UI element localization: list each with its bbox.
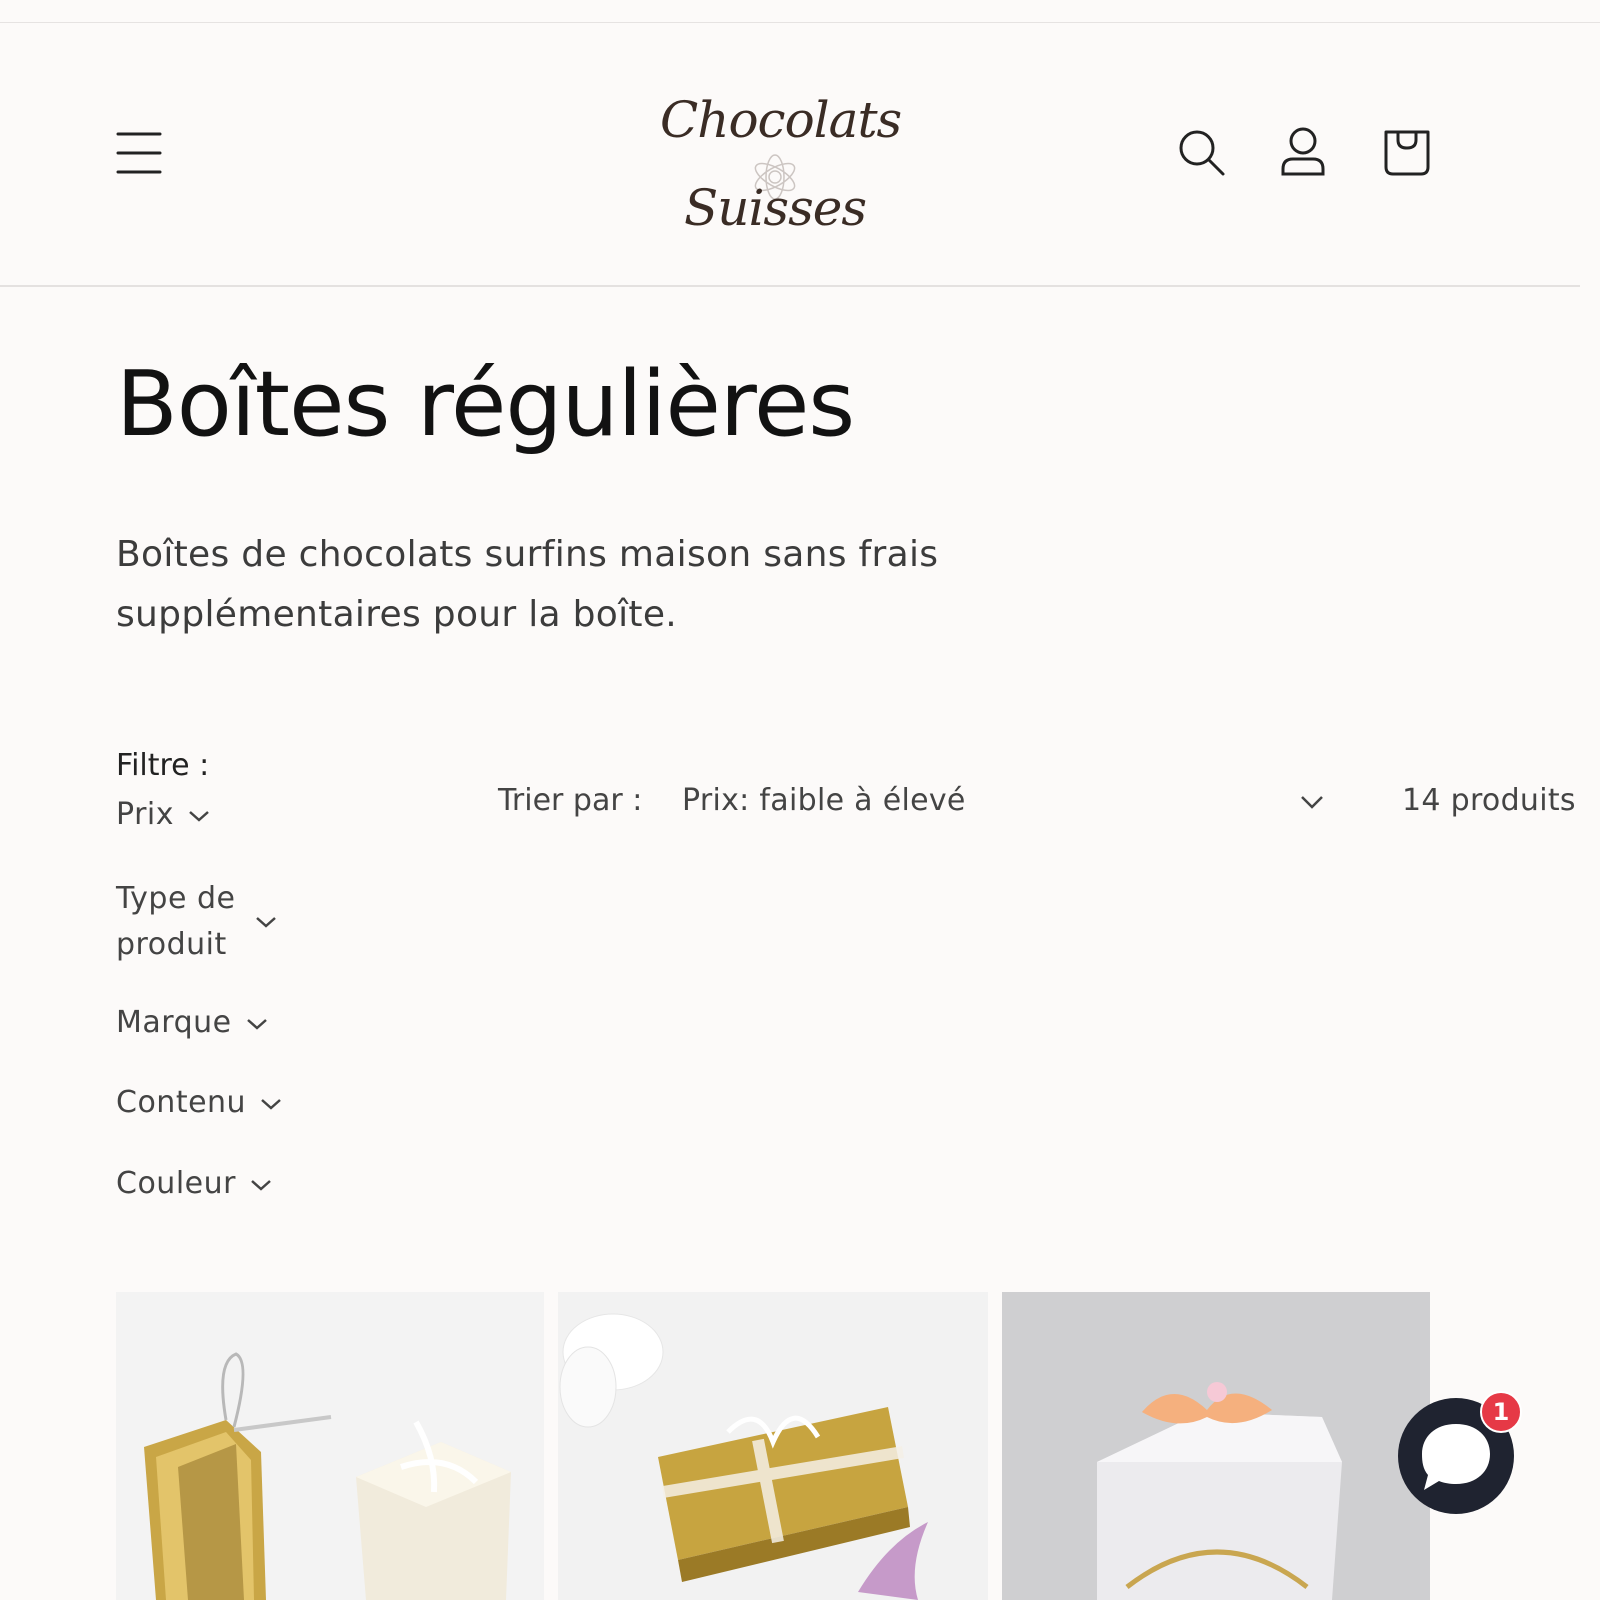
chevron-down-icon (246, 1018, 267, 1030)
logo-line-2: Suisses (683, 179, 867, 237)
filter-content[interactable]: Contenu (116, 1085, 282, 1120)
sort-label: Trier par : (498, 783, 643, 818)
search-icon[interactable] (1178, 129, 1226, 181)
user-icon[interactable] (1280, 127, 1326, 181)
product-card-image[interactable] (1002, 1292, 1430, 1600)
sort-selected-value: Prix: faible à élevé (682, 783, 966, 818)
filter-color-label: Couleur (116, 1166, 236, 1201)
shopping-bag-icon[interactable] (1382, 127, 1432, 181)
chevron-down-icon (189, 810, 209, 822)
logo-line-1: Chocolats (660, 91, 902, 149)
product-card-image[interactable] (116, 1292, 544, 1600)
filter-price[interactable]: Prix (116, 797, 210, 832)
chevron-down-icon (1301, 796, 1323, 809)
filter-brand[interactable]: Marque (116, 1005, 268, 1040)
chat-notification-badge: 1 (1480, 1391, 1522, 1433)
site-header: Chocolats Suisses (0, 23, 1580, 287)
chevron-down-icon (261, 1098, 281, 1110)
chevron-down-icon (251, 1179, 271, 1191)
chevron-down-icon (256, 917, 276, 928)
filter-label: Filtre : (116, 748, 210, 783)
filter-product-type-label: Type de produit (116, 881, 236, 962)
store-logo[interactable]: Chocolats Suisses (660, 91, 902, 256)
sort-select[interactable]: Prix: faible à élevé (682, 780, 1342, 830)
filter-content-label: Contenu (116, 1085, 247, 1120)
hamburger-menu-icon[interactable] (116, 131, 162, 179)
product-card-image[interactable] (558, 1292, 988, 1600)
filter-color[interactable]: Couleur (116, 1166, 272, 1201)
filter-brand-label: Marque (116, 1005, 232, 1040)
page-title: Boîtes régulières (116, 352, 855, 457)
collection-description: Boîtes de chocolats surfins maison sans … (116, 534, 939, 635)
filter-price-label: Prix (116, 797, 174, 832)
product-count: 14 produits (1402, 783, 1576, 818)
